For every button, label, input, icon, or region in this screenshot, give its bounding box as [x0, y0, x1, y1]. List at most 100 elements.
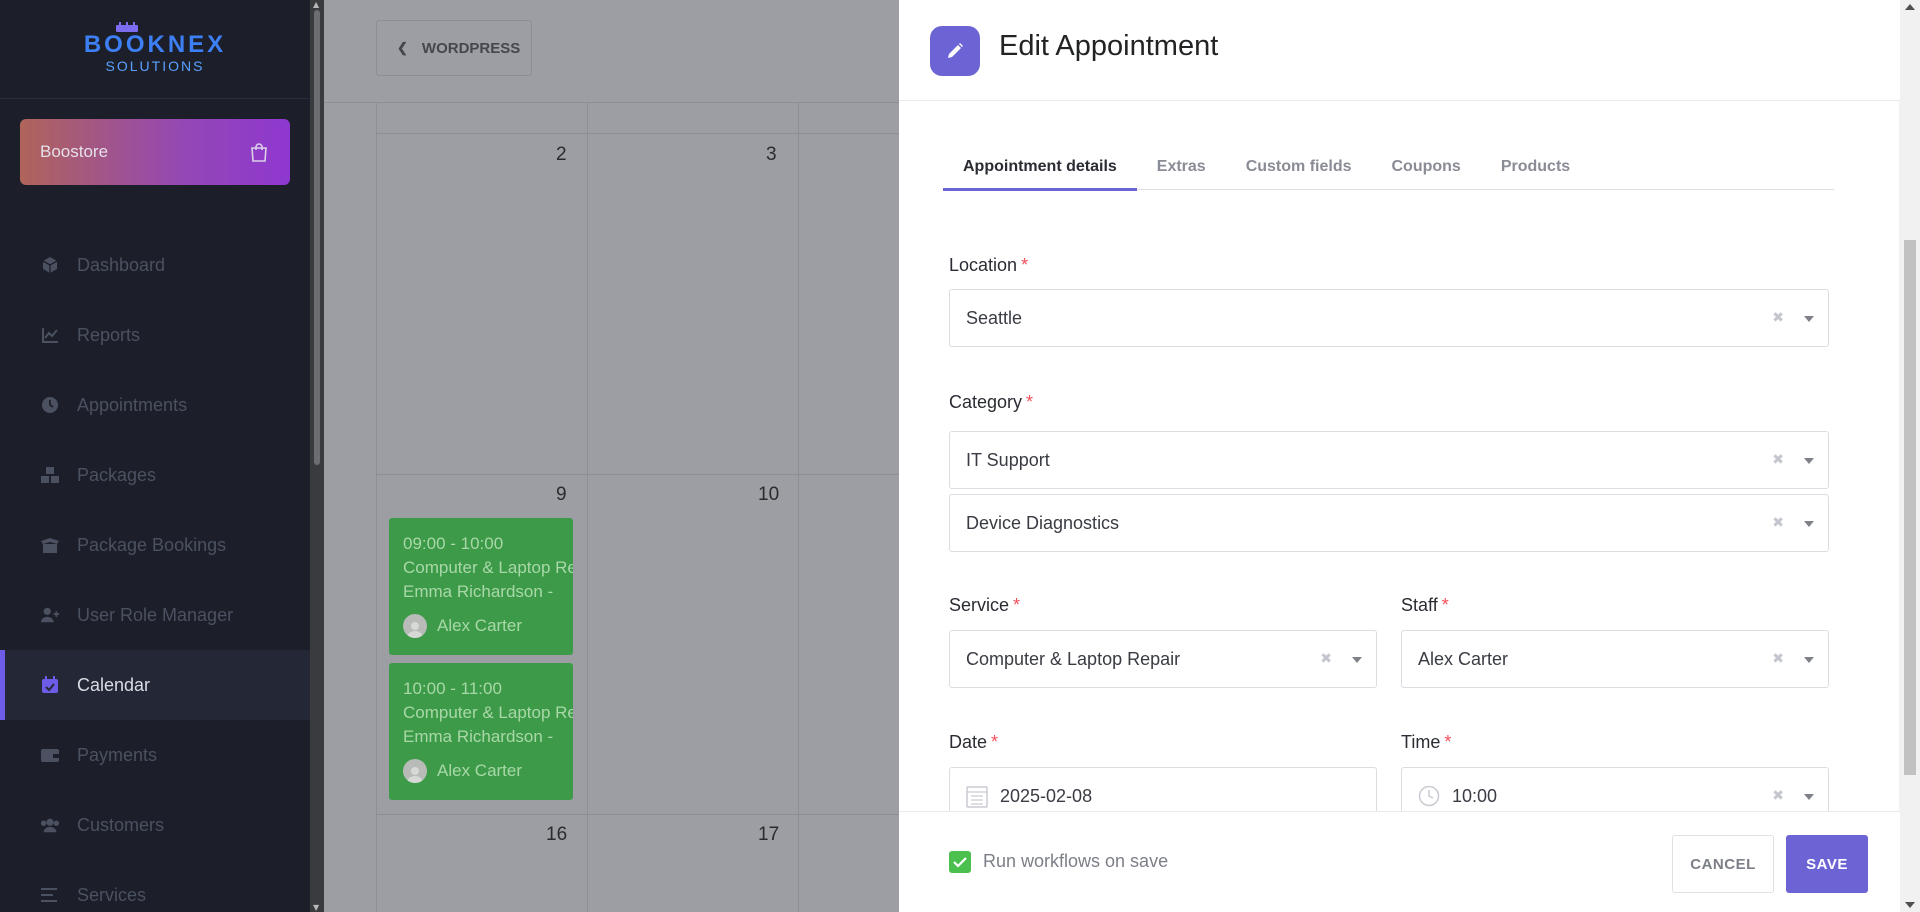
- event-staff: Alex Carter: [403, 759, 573, 783]
- staff-select[interactable]: Alex Carter ✖: [1401, 630, 1829, 688]
- boxes-icon: [40, 465, 60, 485]
- staff-label: Staff *: [1401, 595, 1449, 616]
- chevron-down-icon[interactable]: [1804, 458, 1814, 464]
- sidebar-item-label: Payments: [77, 744, 158, 765]
- boostore-button[interactable]: Boostore: [20, 119, 290, 185]
- scrollbar-thumb[interactable]: [314, 10, 320, 465]
- sidebar-menu: Dashboard Reports Appointments Packages …: [0, 230, 310, 912]
- avatar: [403, 759, 427, 783]
- wordpress-back-button[interactable]: ❮ WORDPRESS: [376, 20, 532, 76]
- sidebar-item-package-bookings[interactable]: Package Bookings: [0, 510, 310, 580]
- brand-logo[interactable]: BOOKNEX SOLUTIONS: [80, 22, 230, 82]
- sidebar-divider: [0, 98, 310, 99]
- sidebar-item-services[interactable]: Services: [0, 860, 310, 912]
- category-label-text: Category: [949, 392, 1023, 412]
- page-scrollbar[interactable]: [1900, 0, 1920, 912]
- cube-icon: [40, 255, 60, 275]
- boostore-label: Boostore: [40, 142, 109, 161]
- chevron-down-icon[interactable]: [1804, 316, 1814, 322]
- sidebar-item-customers[interactable]: Customers: [0, 790, 310, 860]
- date-label: Date *: [949, 732, 998, 753]
- grid-line: [376, 814, 899, 815]
- time-label: Time *: [1401, 732, 1451, 753]
- chevron-down-icon[interactable]: [1804, 521, 1814, 527]
- modal-header: Edit Appointment: [899, 0, 1920, 101]
- avatar: [403, 614, 427, 638]
- box-open-icon: [40, 535, 60, 555]
- sidebar-item-label: Customers: [77, 814, 165, 835]
- sidebar-item-reports[interactable]: Reports: [0, 300, 310, 370]
- clear-icon[interactable]: ✖: [1772, 452, 1784, 468]
- checkmark-icon: [953, 857, 967, 868]
- day-number: 16: [546, 824, 568, 845]
- clear-icon[interactable]: ✖: [1772, 651, 1784, 667]
- day-number: 9: [556, 484, 567, 505]
- chevron-down-icon[interactable]: [1804, 794, 1814, 800]
- required-mark: *: [991, 732, 999, 752]
- category-label: Category *: [949, 392, 1033, 413]
- scroll-up-icon[interactable]: [1905, 4, 1915, 10]
- required-mark: *: [1441, 595, 1449, 615]
- sidebar-item-label: Dashboard: [77, 254, 166, 275]
- clear-icon[interactable]: ✖: [1772, 310, 1784, 326]
- chevron-left-icon: ❮: [397, 40, 408, 55]
- day-number: 3: [766, 144, 777, 165]
- clear-icon[interactable]: ✖: [1772, 515, 1784, 531]
- calendar-event[interactable]: 09:00 - 10:00 Computer & Laptop Repair E…: [389, 518, 573, 655]
- required-mark: *: [1444, 732, 1452, 752]
- staff-value: Alex Carter: [1418, 648, 1509, 669]
- calendar-backdrop[interactable]: ❮ WORDPRESS 2 3 9 10 16 17 09:00 - 10:00…: [324, 0, 899, 912]
- save-button[interactable]: SAVE: [1786, 835, 1868, 893]
- date-value: 2025-02-08: [1000, 785, 1093, 806]
- location-select[interactable]: Seattle ✖: [949, 289, 1829, 347]
- sidebar-item-dashboard[interactable]: Dashboard: [0, 230, 310, 300]
- sidebar-item-calendar[interactable]: Calendar: [0, 650, 310, 720]
- user-plus-icon: [40, 605, 60, 625]
- scroll-down-icon[interactable]: [1905, 902, 1915, 908]
- sidebar-item-packages[interactable]: Packages: [0, 440, 310, 510]
- tab-coupons[interactable]: Coupons: [1372, 143, 1481, 190]
- date-picker[interactable]: 2025-02-08: [949, 767, 1377, 811]
- sidebar-item-label: Calendar: [77, 674, 151, 695]
- calendar-header-row: [376, 102, 899, 134]
- tab-extras[interactable]: Extras: [1137, 143, 1226, 190]
- scroll-up-icon[interactable]: ▲: [313, 0, 319, 9]
- scrollbar-thumb[interactable]: [1904, 240, 1916, 775]
- tab-appointment-details[interactable]: Appointment details: [943, 143, 1137, 191]
- event-time: 10:00 - 11:00: [403, 679, 502, 698]
- subcategory-select[interactable]: Device Diagnostics ✖: [949, 494, 1829, 552]
- event-customer: Emma Richardson -: [403, 582, 554, 601]
- required-mark: *: [1013, 595, 1021, 615]
- sidebar-item-payments[interactable]: Payments: [0, 720, 310, 790]
- scroll-down-icon[interactable]: ▼: [313, 903, 319, 912]
- category-select[interactable]: IT Support ✖: [949, 431, 1829, 489]
- tab-custom-fields[interactable]: Custom fields: [1226, 143, 1372, 190]
- shopping-bag-icon: [251, 143, 267, 162]
- service-select[interactable]: Computer & Laptop Repair ✖: [949, 630, 1377, 688]
- clear-icon[interactable]: ✖: [1772, 788, 1784, 804]
- sidebar-item-label: Appointments: [77, 394, 188, 415]
- time-select[interactable]: 10:00 ✖: [1401, 767, 1829, 811]
- calendar-event[interactable]: 10:00 - 11:00 Computer & Laptop Repair E…: [389, 663, 573, 800]
- run-workflows-label[interactable]: Run workflows on save: [983, 851, 1168, 872]
- tab-products[interactable]: Products: [1481, 143, 1590, 190]
- clear-icon[interactable]: ✖: [1320, 651, 1332, 667]
- clock-icon: [1418, 785, 1440, 807]
- sidebar-item-label: Reports: [77, 324, 141, 345]
- sidebar-scrollbar[interactable]: ▲ ▼: [310, 0, 324, 912]
- sidebar-item-appointments[interactable]: Appointments: [0, 370, 310, 440]
- sidebar-item-user-role-manager[interactable]: User Role Manager: [0, 580, 310, 650]
- chevron-down-icon[interactable]: [1352, 657, 1362, 663]
- chart-line-icon: [40, 325, 60, 345]
- sidebar: BOOKNEX SOLUTIONS Boostore Dashboard Rep…: [0, 0, 310, 912]
- cancel-button[interactable]: CANCEL: [1672, 835, 1774, 893]
- event-staff-name: Alex Carter: [437, 761, 523, 780]
- run-workflows-checkbox[interactable]: [949, 851, 971, 873]
- modal-footer: Run workflows on save CANCEL SAVE: [899, 811, 1900, 912]
- sidebar-item-label: Packages: [77, 464, 157, 485]
- grid-line: [376, 102, 377, 912]
- time-value: 10:00: [1452, 785, 1498, 806]
- chevron-down-icon[interactable]: [1804, 657, 1814, 663]
- sidebar-item-label: Services: [77, 884, 147, 905]
- service-label-text: Service: [949, 595, 1010, 615]
